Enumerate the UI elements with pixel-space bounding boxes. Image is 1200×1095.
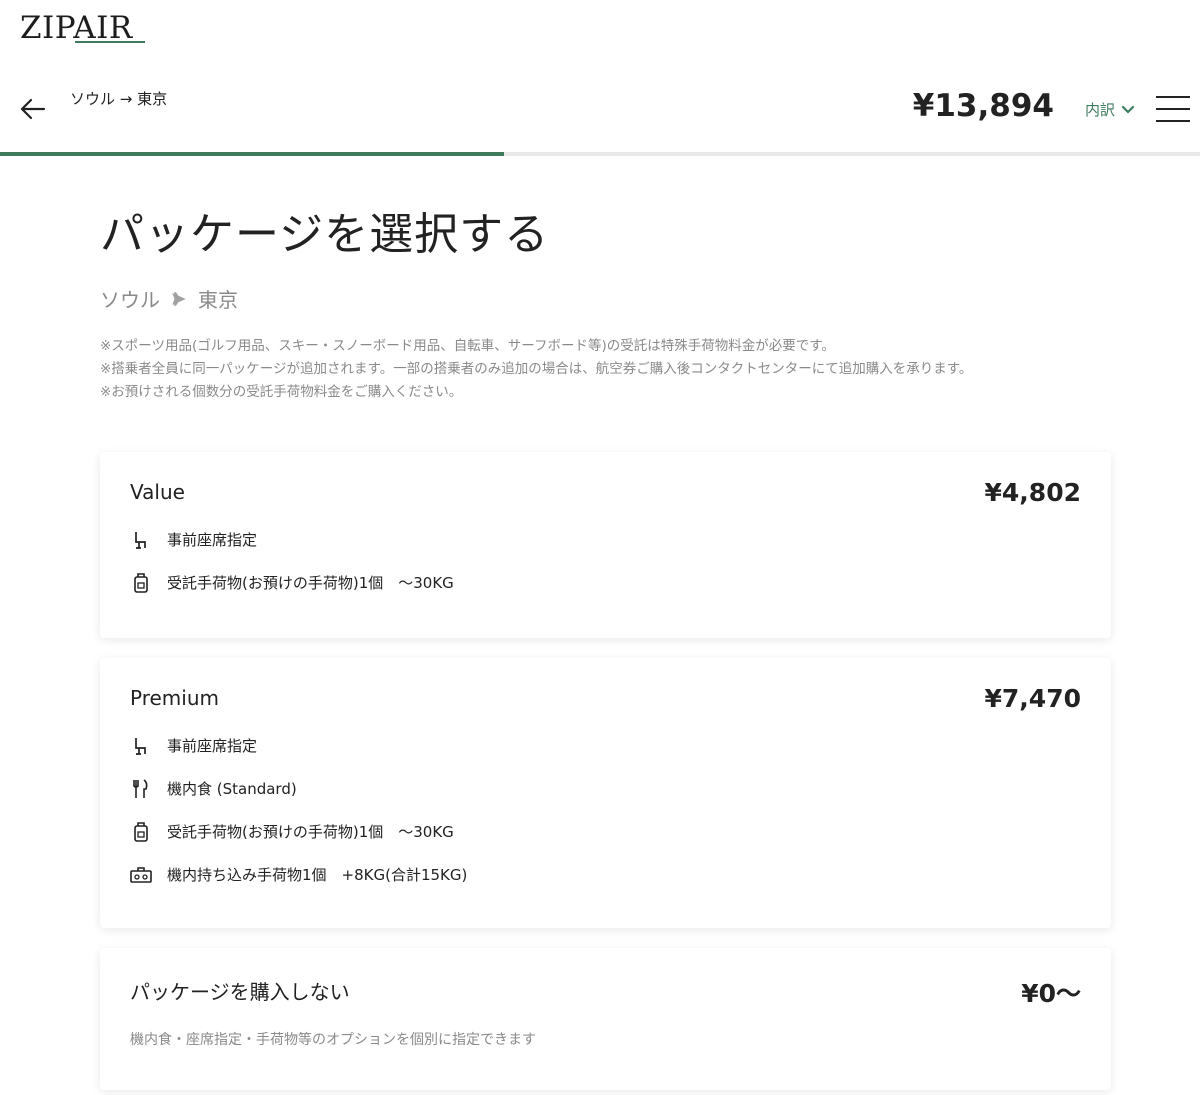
route-from: ソウル (100, 288, 160, 312)
page-title: パッケージを選択する (100, 209, 550, 260)
package-card-value[interactable]: Value ¥4,802 事前座席指定 受託手荷物(お預けの手荷物)1個 ～30… (100, 452, 1111, 638)
package-price: ¥0～ (1021, 979, 1081, 1008)
feature-text: 機内食 (Standard) (167, 780, 297, 798)
airplane-icon (172, 291, 186, 306)
note-line: ※スポーツ用品(ゴルフ用品、スキー・スノーボード用品、自転車、サーフボード等)の… (100, 338, 835, 354)
route-line: ソウル 東京 (100, 284, 1111, 313)
package-feature: 機内持ち込み手荷物1個 +8KG(合計15KG) (130, 863, 1081, 886)
package-card-premium[interactable]: Premium ¥7,470 事前座席指定 機内食 (Standard) 受託手… (100, 658, 1111, 928)
meal-icon (130, 778, 152, 800)
main-content: パッケージを選択する ソウル 東京 ※スポーツ用品(ゴルフ用品、スキー・スノーボ… (100, 156, 1111, 1090)
luggage-icon (130, 821, 152, 843)
feature-text: 機内持ち込み手荷物1個 +8KG(合計15KG) (167, 866, 468, 884)
package-feature: 事前座席指定 (130, 528, 1081, 551)
back-button[interactable] (18, 94, 48, 124)
seat-icon (130, 529, 152, 551)
package-price: ¥7,470 (984, 684, 1081, 713)
package-card-none[interactable]: パッケージを購入しない ¥0～ 機内食・座席指定・手荷物等のオプションを個別に指… (100, 948, 1111, 1090)
total-price: ¥13,894 (912, 88, 1054, 124)
carry-on-bag-icon (130, 864, 152, 886)
breakdown-label: 内訳 (1085, 101, 1116, 119)
package-name: Premium (130, 686, 219, 710)
package-description: 機内食・座席指定・手荷物等のオプションを個別に指定できます (130, 1032, 536, 1048)
seat-icon (130, 735, 152, 757)
feature-text: 受託手荷物(お預けの手荷物)1個 ～30KG (167, 823, 454, 841)
hamburger-menu-icon[interactable] (1156, 96, 1190, 124)
package-price: ¥4,802 (984, 478, 1081, 507)
note-line: ※お預けされる個数分の受託手荷物料金をご購入ください。 (100, 384, 463, 400)
notes: ※スポーツ用品(ゴルフ用品、スキー・スノーボード用品、自転車、サーフボード等)の… (100, 335, 1111, 404)
feature-text: 事前座席指定 (167, 531, 258, 549)
logo-underline (75, 41, 145, 43)
package-name: Value (130, 480, 185, 504)
luggage-icon (130, 572, 152, 594)
logo-bar: ZIPAIR (0, 0, 1200, 64)
package-feature: 機内食 (Standard) (130, 777, 1081, 800)
menu-line (1156, 108, 1190, 110)
header: ソウル → 東京 ¥13,894 内訳 (0, 64, 1200, 154)
feature-text: 受託手荷物(お預けの手荷物)1個 ～30KG (167, 574, 454, 592)
breakdown-toggle[interactable]: 内訳 (1085, 99, 1135, 120)
feature-text: 事前座席指定 (167, 737, 258, 755)
arrow-left-icon (20, 98, 46, 120)
route-to: 東京 (198, 288, 238, 312)
package-name: パッケージを購入しない (130, 980, 350, 1004)
menu-line (1156, 120, 1190, 122)
header-route: ソウル → 東京 (70, 90, 168, 108)
chevron-down-icon (1121, 105, 1135, 114)
note-line: ※搭乗者全員に同一パッケージが追加されます。一部の搭乗者のみ追加の場合は、航空券… (100, 361, 973, 377)
package-feature: 受託手荷物(お預けの手荷物)1個 ～30KG (130, 571, 1081, 594)
package-feature: 事前座席指定 (130, 734, 1081, 757)
menu-line (1156, 96, 1190, 98)
package-feature: 受託手荷物(お預けの手荷物)1個 ～30KG (130, 820, 1081, 843)
